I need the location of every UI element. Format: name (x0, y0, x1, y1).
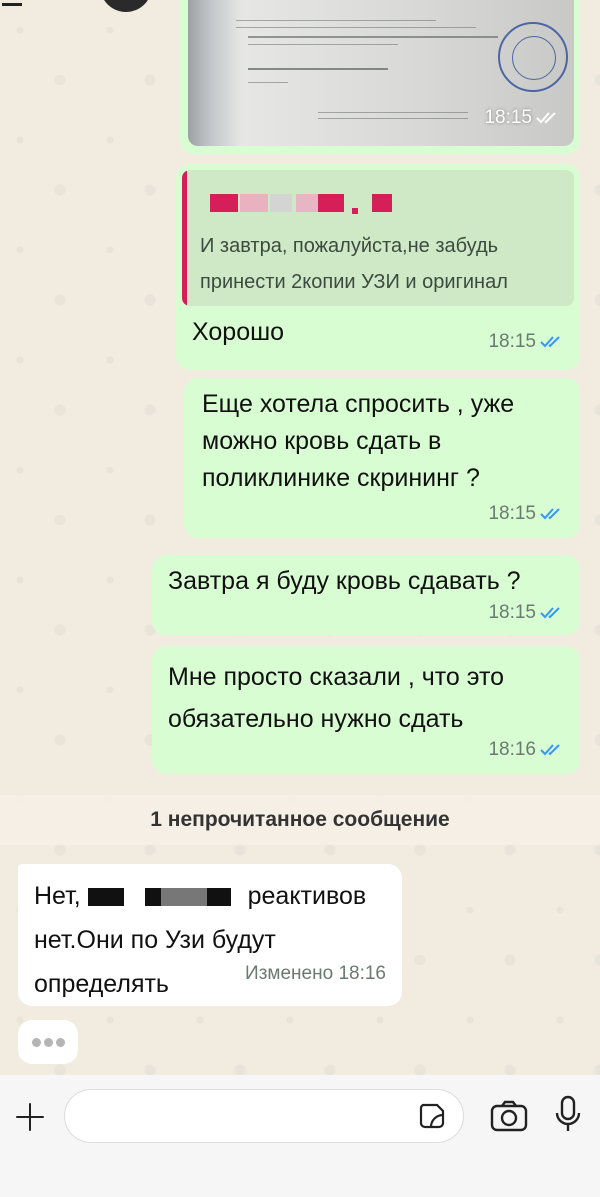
quoted-message[interactable]: И завтра, пожалуйста,не забудь принести … (182, 170, 574, 306)
redacted-text (144, 888, 161, 907)
image-timestamp: 18:15 (484, 99, 562, 136)
double-check-icon (540, 335, 560, 347)
message-timestamp: 18:15 (488, 594, 566, 631)
message-text-part: реактивов (247, 882, 367, 910)
outgoing-message[interactable]: Еще хотела спросить , уже можно кровь сд… (184, 378, 580, 538)
redacted-text (160, 888, 207, 907)
redacted-name-part (318, 194, 344, 212)
message-text: Хорошо (192, 318, 285, 346)
double-check-icon (540, 507, 560, 519)
edited-label: Изменено (245, 963, 334, 984)
double-check-icon (536, 111, 556, 123)
message-timestamp: Изменено 18:16 (245, 955, 386, 992)
typing-indicator (18, 1020, 78, 1064)
outgoing-message[interactable]: Завтра я буду кровь сдавать ? 18:15 (152, 555, 580, 635)
redacted-text (206, 888, 231, 907)
message-time: 18:15 (488, 331, 536, 352)
image-time: 18:15 (484, 107, 532, 128)
message-text: Еще хотела спросить , уже можно кровь сд… (202, 390, 515, 492)
message-time: 18:15 (488, 602, 536, 623)
redacted-name-part (372, 194, 392, 212)
plus-icon[interactable] (12, 1099, 48, 1135)
camera-icon[interactable] (490, 1099, 528, 1133)
message-timestamp: 18:16 (488, 731, 566, 768)
image-message[interactable]: 18:15 (180, 0, 580, 154)
back-icon[interactable] (2, 0, 22, 6)
double-check-icon (540, 606, 560, 618)
message-input[interactable] (64, 1089, 464, 1143)
message-time: 18:16 (488, 739, 536, 760)
quoted-text: И завтра, пожалуйста,не забудь принести … (200, 235, 508, 293)
unread-banner: 1 непрочитанное сообщение (0, 795, 600, 845)
message-text-part: Нет, (34, 882, 81, 910)
stamp-image (498, 22, 568, 92)
quote-bar (182, 170, 187, 306)
message-text-part: нет.Они по Узи будут определять (34, 926, 276, 998)
composer-bar (0, 1075, 600, 1197)
redacted-name (210, 194, 238, 212)
chat-background: 18:15 И завтра, пожалуйста,не забудь при… (0, 0, 600, 1075)
message-timestamp: 18:15 (488, 323, 566, 360)
redacted-name-part (352, 208, 358, 214)
message-time: 18:16 (338, 963, 386, 984)
outgoing-message[interactable]: Мне просто сказали , что это обязательно… (152, 646, 580, 774)
message-text: Мне просто сказали , что это обязательно… (168, 663, 505, 733)
document-photo[interactable]: 18:15 (188, 0, 574, 146)
incoming-message[interactable]: Нет, реактивов нет.Они по Узи будут опре… (18, 864, 402, 1006)
reply-message[interactable]: И завтра, пожалуйста,не забудь принести … (176, 164, 580, 370)
sticker-icon[interactable] (418, 1102, 446, 1130)
message-timestamp: 18:15 (488, 495, 566, 532)
double-check-icon (540, 743, 560, 755)
redacted-text (87, 888, 124, 907)
redacted-name-part (240, 194, 268, 212)
avatar[interactable] (100, 0, 152, 12)
mic-icon[interactable] (554, 1095, 582, 1135)
redacted-name-part (270, 194, 292, 212)
message-text: Завтра я буду кровь сдавать ? (168, 567, 521, 595)
redacted-name-part (296, 194, 318, 212)
message-time: 18:15 (488, 503, 536, 524)
